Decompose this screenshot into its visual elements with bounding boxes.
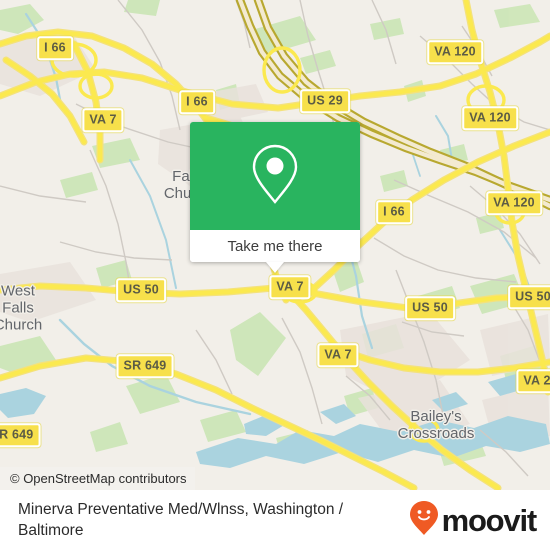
station-caption: Minerva Preventative Med/Wlnss, Washingt… <box>18 501 344 539</box>
moovit-smiley-pin-icon <box>409 500 439 541</box>
road-shield: US 50 <box>405 296 455 320</box>
take-me-there-button[interactable]: Take me there <box>190 230 360 262</box>
station-callout-popup[interactable]: Take me there <box>190 122 360 273</box>
road-shield: VA 120 <box>462 106 518 130</box>
road-shield: VA 7 <box>317 343 359 367</box>
road-shield: VA 120 <box>427 40 483 64</box>
moovit-station-map-card: I 66 VA 7 I 66 US 29 VA 120 VA 120 I 66 VA 120 U… <box>0 0 550 550</box>
place-label: Bailey's Crossroads <box>397 408 475 442</box>
attribution-text: © OpenStreetMap contributors <box>10 471 187 486</box>
take-me-there-label: Take me there <box>227 237 323 255</box>
road-shield: I 66 <box>179 90 215 114</box>
road-shield: VA 120 <box>486 191 542 215</box>
callout-header <box>190 122 360 230</box>
road-shield: VA 2 <box>516 369 550 393</box>
callout-pointer <box>266 262 284 273</box>
road-shield: US 50 <box>116 278 166 302</box>
road-shield: I 66 <box>37 36 73 60</box>
road-shield: VA 7 <box>82 108 124 132</box>
map-canvas[interactable]: I 66 VA 7 I 66 US 29 VA 120 VA 120 I 66 VA 120 U… <box>0 0 550 490</box>
road-shield: US 29 <box>300 89 350 113</box>
map-attribution[interactable]: © OpenStreetMap contributors <box>0 467 195 490</box>
place-label: West Falls Church <box>0 282 43 334</box>
road-shield: SR 649 <box>116 354 174 378</box>
moovit-wordmark: moovit <box>441 502 538 538</box>
map-pin-icon <box>249 142 301 211</box>
road-shield: US 50 <box>508 285 550 309</box>
road-shield: SR 649 <box>0 423 41 447</box>
bottom-info-bar: Minerva Preventative Med/Wlnss, Washingt… <box>0 490 550 550</box>
road-shield: I 66 <box>376 200 412 224</box>
moovit-logo[interactable]: moovit <box>409 500 538 541</box>
road-shield: VA 7 <box>269 275 311 299</box>
